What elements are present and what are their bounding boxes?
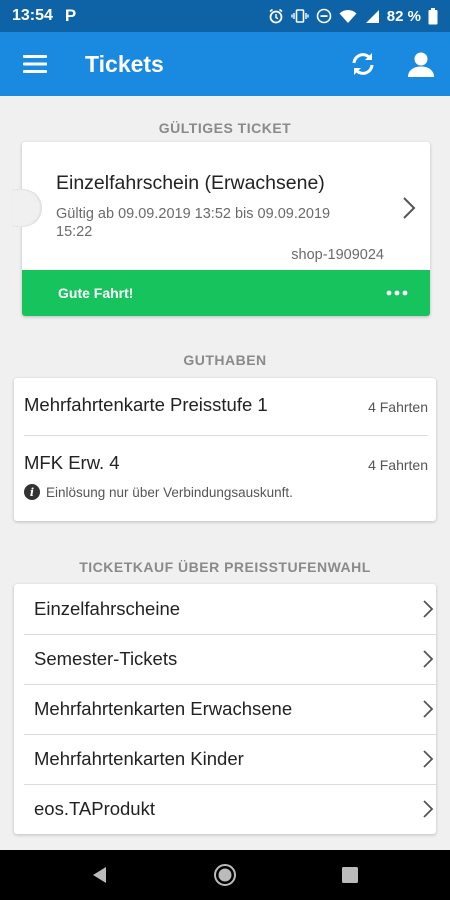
credit-note: i Einlösung nur über Verbindungsauskunft… [24,484,293,500]
system-nav-bar [0,850,450,900]
info-icon: i [24,484,40,500]
purchase-item-label: eos.TAProdukt [34,798,155,819]
credit-item-name: MFK Erw. 4 [24,452,120,473]
chevron-right-icon [422,799,434,824]
back-icon [93,867,106,883]
credit-note-text: Einlösung nur über Verbindungsauskunft. [46,484,293,500]
purchase-item-label: Semester-Tickets [34,648,178,669]
credit-item[interactable]: Mehrfahrtenkarte Preisstufe 1 4 Fahrten [14,378,436,436]
profile-icon [408,52,434,77]
purchase-item[interactable]: Einzelfahrscheine [24,584,440,634]
home-icon [214,864,236,886]
page-title: Tickets [85,50,164,77]
ticket-footer-text: Gute Fahrt! [58,285,134,301]
purchase-item-label: Mehrfahrtenkarten Kinder [34,748,244,769]
menu-button[interactable] [12,41,58,87]
valid-ticket-card[interactable]: Einzelfahrschein (Erwachsene) Gültig ab … [22,142,430,316]
more-icon [386,290,408,296]
purchase-item[interactable]: Mehrfahrtenkarten Kinder [24,734,440,784]
refresh-button[interactable] [340,41,386,87]
ticket-validity: Gültig ab 09.09.2019 13:52 bis 09.09.201… [56,206,331,240]
section-title-purchase: TICKETKAUF ÜBER PREISSTUFENWAHL [79,559,371,575]
vibrate-icon [291,8,309,24]
status-time: 13:54 [12,7,53,24]
chevron-right-icon [402,196,416,225]
alarm-icon [268,8,284,24]
chevron-right-icon [422,649,434,674]
ticket-footer: Gute Fahrt! [22,270,430,316]
purchase-item[interactable]: eos.TAProdukt [24,784,440,834]
purchase-card: Einzelfahrscheine Semester-Tickets Mehrf… [14,584,436,834]
ticket-shop-id: shop-1909024 [291,247,384,263]
chevron-right-icon [422,699,434,724]
menu-icon [23,55,47,73]
notification-app-icon: P [64,6,77,25]
purchase-item[interactable]: Mehrfahrtenkarten Erwachsene [24,684,440,734]
home-button[interactable] [211,861,239,889]
battery-icon [428,7,438,25]
credit-item-count: 4 Fahrten [368,399,428,415]
wifi-icon [339,9,357,24]
purchase-item-label: Mehrfahrtenkarten Erwachsene [34,698,293,719]
battery-percent: 82 % [386,7,421,25]
back-button[interactable] [86,861,114,889]
profile-button[interactable] [398,41,444,87]
credit-card: Mehrfahrtenkarte Preisstufe 1 4 Fahrten … [14,378,436,521]
chevron-right-icon [422,749,434,774]
section-title-valid-ticket: GÜLTIGES TICKET [158,120,292,136]
refresh-icon [352,53,374,75]
credit-item-name: Mehrfahrtenkarte Preisstufe 1 [24,394,268,415]
status-bar: 13:54 P 82 % [0,0,450,32]
recents-icon [342,867,358,883]
more-button[interactable] [382,280,412,306]
purchase-item-label: Einzelfahrscheine [34,598,181,619]
recents-button[interactable] [336,861,364,889]
ticket-title: Einzelfahrschein (Erwachsene) [56,172,325,194]
cellular-icon [364,9,380,24]
purchase-item[interactable]: Semester-Tickets [24,634,440,684]
chevron-right-icon [422,599,434,624]
app-bar: Tickets [0,32,450,96]
section-title-credit: GUTHABEN [183,352,267,368]
do-not-disturb-icon [316,8,332,24]
credit-item-count: 4 Fahrten [368,457,428,473]
